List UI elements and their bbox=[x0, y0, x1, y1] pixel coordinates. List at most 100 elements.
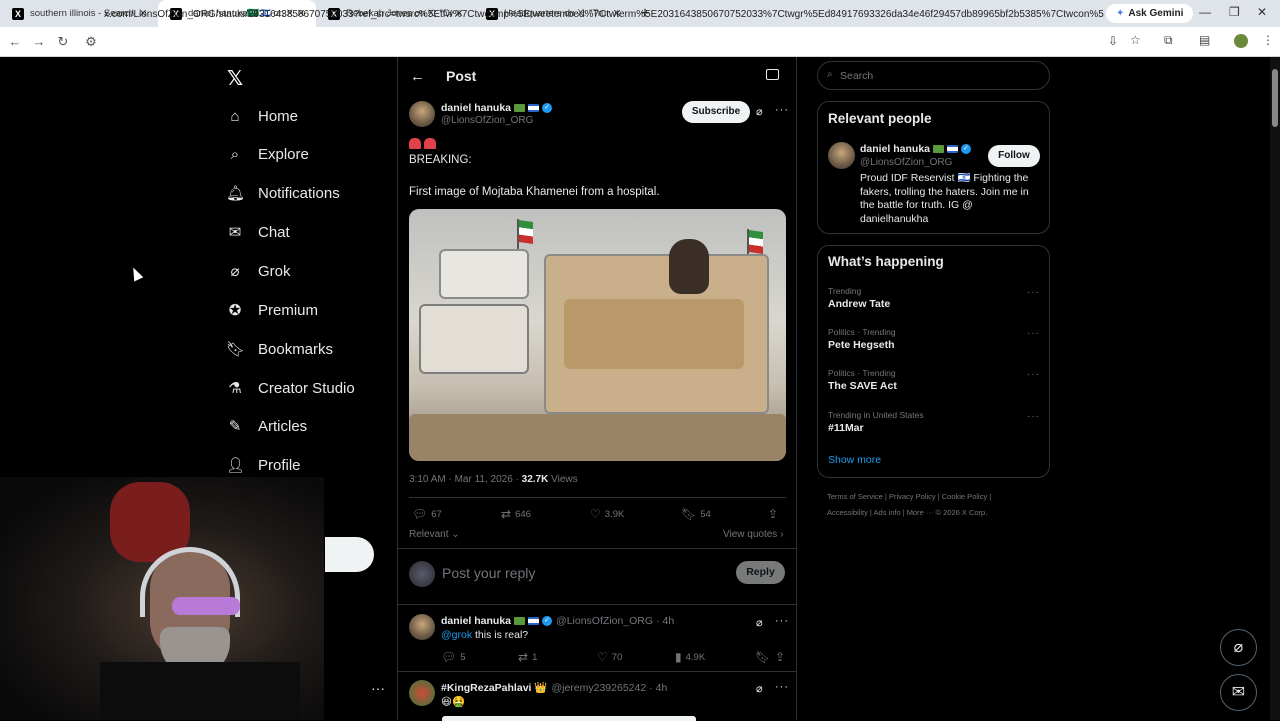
show-more-link[interactable]: Show more bbox=[828, 454, 881, 466]
ask-gemini-label: Ask Gemini bbox=[1128, 8, 1184, 19]
reply-views-action[interactable]: ▮ 4.9K bbox=[675, 650, 705, 664]
bookmark-icon: 🔖︎ bbox=[681, 507, 697, 521]
reply-author-row[interactable]: daniel hanuka ✓ @LionsOfZion_ORG · 4h bbox=[441, 615, 674, 627]
reply-repost-action[interactable]: ⇄ 1 bbox=[518, 650, 537, 664]
forward-icon[interactable]: → bbox=[27, 34, 51, 49]
share-action[interactable]: ⇪ bbox=[768, 507, 778, 521]
author-name-row[interactable]: daniel hanuka ✓ bbox=[441, 102, 553, 114]
grok-fab-button[interactable]: ⌀ bbox=[1220, 629, 1257, 666]
nav-creator-studio[interactable]: ⚗ Creator Studio bbox=[226, 374, 354, 402]
share-icon: ⇪ bbox=[768, 507, 779, 521]
like-action[interactable]: ♡ 3.9K bbox=[590, 507, 624, 521]
post-image[interactable] bbox=[409, 209, 786, 461]
author-handle[interactable]: @LionsOfZion_ORG bbox=[441, 115, 533, 126]
person-handle[interactable]: @LionsOfZion_ORG bbox=[860, 157, 952, 168]
nav-premium[interactable]: ✪ Premium bbox=[226, 296, 318, 324]
trend-more-icon[interactable]: ··· bbox=[1027, 287, 1040, 298]
author-avatar[interactable] bbox=[409, 101, 435, 127]
share-icon: ⇪ bbox=[775, 650, 786, 664]
reply-author-row[interactable]: #KingRezaPahlavi 👑 @jeremy239265242 · 4h bbox=[441, 681, 667, 694]
nav-articles[interactable]: ✎ Articles bbox=[226, 412, 307, 440]
bookmark-star-icon[interactable]: ☆ bbox=[1130, 33, 1141, 47]
footer-links-row1[interactable]: Terms of Service | Privacy Policy | Cook… bbox=[827, 492, 991, 501]
siren-icon bbox=[424, 138, 436, 149]
browser-menu-icon[interactable]: ⋮ bbox=[1262, 33, 1274, 47]
account-more-icon[interactable]: ··· bbox=[371, 680, 385, 696]
close-window-icon[interactable]: ✕ bbox=[1257, 5, 1267, 19]
extensions-icon[interactable]: ⧉ bbox=[1164, 33, 1173, 48]
profile-avatar-icon[interactable] bbox=[1234, 34, 1248, 48]
url-field[interactable]: x.com/LionsOfZion_ORG/status/20316438506… bbox=[104, 9, 1104, 20]
post-more-icon[interactable]: ··· bbox=[775, 104, 789, 116]
site-info-icon[interactable]: ⚙ bbox=[79, 34, 103, 50]
grok-explain-icon[interactable]: ⌀ bbox=[756, 616, 763, 629]
reply-input[interactable]: Post your reply bbox=[442, 565, 535, 581]
post-compose-button[interactable] bbox=[325, 537, 374, 572]
repost-count: 646 bbox=[515, 508, 531, 520]
x-logo-icon[interactable]: 𝕏 bbox=[227, 66, 243, 91]
person-avatar[interactable] bbox=[828, 142, 855, 169]
reply-share-action[interactable]: ⇪ bbox=[775, 650, 785, 664]
page-scrollbar[interactable] bbox=[1270, 57, 1280, 720]
back-icon[interactable]: ← bbox=[3, 34, 27, 49]
nav-chat[interactable]: ✉ Chat bbox=[226, 218, 290, 246]
reply-more-icon[interactable]: ··· bbox=[775, 681, 789, 693]
footer-links-row2[interactable]: Accessibility | Ads info | More ··· © 20… bbox=[827, 508, 987, 517]
mouse-cursor bbox=[128, 265, 144, 282]
trend-more-icon[interactable]: ··· bbox=[1027, 328, 1040, 339]
nav-bookmarks[interactable]: 🔖︎ Bookmarks bbox=[226, 335, 333, 363]
scrollbar-thumb[interactable] bbox=[1272, 69, 1278, 127]
divider bbox=[398, 671, 796, 672]
grok-explain-icon[interactable]: ⌀ bbox=[756, 682, 763, 695]
reader-mode-icon[interactable] bbox=[766, 69, 779, 80]
trend-more-icon[interactable]: ··· bbox=[1027, 369, 1040, 380]
repost-action[interactable]: ⇄ 646 bbox=[501, 507, 531, 521]
relevant-people-card: Relevant people daniel hanuka ✓ @LionsOfZ… bbox=[817, 101, 1050, 234]
side-panel-icon[interactable]: ▤ bbox=[1199, 33, 1210, 47]
trend-name[interactable]: Pete Hegseth bbox=[828, 339, 895, 351]
grok-mention-link[interactable]: @grok bbox=[441, 629, 472, 641]
trend-name[interactable]: The SAVE Act bbox=[828, 380, 897, 392]
view-quotes-link[interactable]: View quotes › bbox=[723, 529, 783, 540]
follow-button[interactable]: Follow bbox=[988, 145, 1040, 167]
reply-action[interactable]: 💬︎ 67 bbox=[412, 507, 442, 521]
trend-name[interactable]: Andrew Tate bbox=[828, 298, 890, 310]
reply-author-avatar[interactable] bbox=[409, 680, 435, 706]
reload-icon[interactable]: ↻ bbox=[51, 34, 75, 50]
bookmark-action[interactable]: 🔖︎ 54 bbox=[681, 507, 711, 521]
reply-like-action[interactable]: ♡ 70 bbox=[597, 650, 622, 664]
nav-notifications[interactable]: 🔔︎ Notifications bbox=[226, 179, 340, 207]
reply-sort-dropdown[interactable]: Relevant ⌄ bbox=[409, 529, 460, 540]
nav-explore[interactable]: ⌕ Explore bbox=[226, 140, 309, 168]
reply-handle: @LionsOfZion_ORG bbox=[556, 615, 654, 627]
back-arrow-icon[interactable]: ← bbox=[410, 68, 425, 85]
reply-button[interactable]: Reply bbox=[736, 561, 785, 584]
reply-reply-action[interactable]: 💬︎ 5 bbox=[441, 650, 466, 664]
install-app-icon[interactable]: ⇩ bbox=[1108, 34, 1118, 48]
search-input[interactable]: ⌕ Search bbox=[817, 61, 1050, 90]
bookmark-icon: 🔖︎ bbox=[755, 650, 771, 664]
reply-author-avatar[interactable] bbox=[409, 614, 435, 640]
reply-author-name: #KingRezaPahlavi 👑 bbox=[441, 682, 548, 694]
israel-flag-icon bbox=[528, 104, 540, 113]
maximize-icon[interactable]: ❐ bbox=[1229, 5, 1240, 19]
nav-label: Notifications bbox=[258, 184, 340, 202]
minimize-icon[interactable]: — bbox=[1199, 5, 1211, 19]
nav-profile[interactable]: 👤︎ Profile bbox=[226, 451, 301, 479]
person-name-row[interactable]: daniel hanuka ✓ bbox=[860, 143, 972, 155]
subscribe-button[interactable]: Subscribe bbox=[682, 101, 750, 123]
trend-more-icon[interactable]: ··· bbox=[1027, 411, 1040, 422]
ask-gemini-button[interactable]: ✦ Ask Gemini bbox=[1106, 4, 1194, 23]
reply-time: · 4h bbox=[649, 682, 668, 694]
nav-home[interactable]: ⌂ Home bbox=[226, 102, 298, 130]
bell-icon: 🔔︎ bbox=[226, 185, 246, 202]
trend-name[interactable]: #11Mar bbox=[828, 422, 864, 434]
grok-explain-icon[interactable]: ⌀ bbox=[756, 105, 763, 118]
reply-bookmark-action[interactable]: 🔖︎ bbox=[755, 650, 770, 664]
webcam-shirt bbox=[100, 662, 300, 720]
views-count: 4.9K bbox=[685, 651, 706, 663]
nav-grok[interactable]: ⌀ Grok bbox=[226, 257, 291, 285]
messages-fab-button[interactable]: ✉ bbox=[1220, 674, 1257, 711]
reply-more-icon[interactable]: ··· bbox=[775, 615, 789, 627]
nav-label: Grok bbox=[258, 262, 291, 280]
